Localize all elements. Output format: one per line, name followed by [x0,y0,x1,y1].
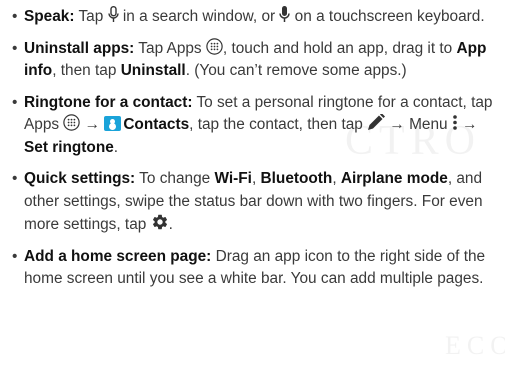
list-item: Ringtone for a contact: To set a persona… [12,92,502,160]
apps-icon [63,114,81,131]
item-title: Speak: [24,8,75,25]
apps-icon [206,37,223,55]
list-item: Uninstall apps: Tap Apps , touch and hol… [12,38,502,83]
item-title: Add a home screen page: [24,247,212,265]
microphone-icon [107,6,119,22]
item-title: Uninstall apps: [24,39,135,57]
item-title: Quick settings: [24,170,136,187]
pencil-icon [368,114,386,130]
list-item: Speak: Tap in a search window, or on a t… [12,6,502,29]
document-page: CTRO ECO Speak: Tap in a search window, … [0,0,505,371]
watermark-text: ECO [445,331,505,360]
list-item: Quick settings: To change Wi-Fi, Bluetoo… [12,168,502,237]
contacts-icon [104,116,122,131]
item-title: Ringtone for a contact: [24,93,193,111]
list-item: Add a home screen page: Drag an app icon… [12,246,502,291]
tips-list: Speak: Tap in a search window, or on a t… [12,6,502,300]
microphone-icon [279,6,291,22]
gear-icon [152,214,167,230]
